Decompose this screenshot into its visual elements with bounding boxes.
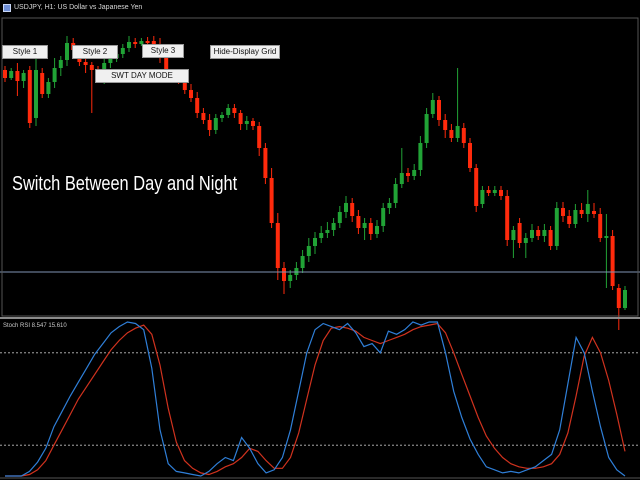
candle-body <box>610 236 615 286</box>
candle-body <box>232 108 237 113</box>
chart-title: USDJPY, H1: US Dollar vs Japanese Yen <box>14 4 143 11</box>
style-1-button[interactable]: Style 1 <box>2 45 48 59</box>
candle-body <box>244 121 249 124</box>
candle-body <box>399 173 404 184</box>
candle-body <box>3 70 7 78</box>
candle-body <box>145 41 150 43</box>
candle-body <box>21 73 26 81</box>
candle-body <box>474 168 479 206</box>
candle-body <box>263 148 268 178</box>
candle-body <box>344 203 348 212</box>
candle-body <box>616 288 621 308</box>
indicator-title: Stoch RSI 8.547 15.610 <box>3 323 67 329</box>
candle-body <box>585 204 590 214</box>
candle-body <box>356 216 361 228</box>
candle-body <box>325 230 330 233</box>
chart-icon <box>3 4 11 12</box>
candle-body <box>83 62 88 65</box>
candle-body <box>275 223 280 268</box>
candle-body <box>9 71 14 78</box>
candle-body <box>511 230 516 240</box>
candle-body <box>52 68 57 82</box>
candle-body <box>536 230 541 236</box>
candle-body <box>523 238 528 243</box>
candle-body <box>592 211 596 214</box>
candle-body <box>257 126 262 148</box>
candle-body <box>362 223 367 228</box>
candle-body <box>238 113 243 124</box>
candle-body <box>412 170 417 176</box>
candle-body <box>418 143 423 170</box>
candle-body <box>449 130 454 138</box>
candle-body <box>542 230 547 236</box>
candle-body <box>387 203 392 208</box>
candle-body <box>306 246 311 256</box>
style-3-button[interactable]: Style 3 <box>142 44 184 58</box>
candle-body <box>530 230 534 238</box>
candle-body <box>27 70 32 123</box>
candle-body <box>554 208 559 246</box>
candle-body <box>34 70 38 118</box>
hide-display-grid-button[interactable]: Hide-Display Grid <box>210 45 280 59</box>
candle-body <box>269 178 274 223</box>
candle-body <box>505 196 510 240</box>
candle-body <box>480 190 485 204</box>
candle-body <box>120 48 125 54</box>
candle-body <box>430 100 435 114</box>
candle-body <box>220 115 224 118</box>
candle-body <box>455 126 460 138</box>
candle-body <box>461 128 466 143</box>
candle-body <box>337 212 342 223</box>
candle-body <box>207 120 212 130</box>
candle-body <box>350 203 355 216</box>
candle-body <box>375 226 379 234</box>
candle-body <box>46 82 51 94</box>
candle-body <box>443 120 448 130</box>
candle-body <box>492 190 497 193</box>
candle-body <box>226 108 231 115</box>
candle-body <box>437 100 441 120</box>
candle-body <box>598 214 603 238</box>
day-night-caption: Switch Between Day and Night <box>12 173 238 195</box>
candle-body <box>282 268 286 281</box>
candle-body <box>40 73 45 94</box>
candle-body <box>561 208 565 216</box>
candle-body <box>368 223 373 234</box>
candle-body <box>393 184 398 203</box>
candle-body <box>15 71 20 81</box>
candle-body <box>424 114 429 143</box>
candle-body <box>573 210 578 224</box>
candle-body <box>195 98 200 113</box>
candle-body <box>623 290 627 308</box>
candle-body <box>313 238 317 246</box>
candle-body <box>548 230 553 246</box>
candle-body <box>213 118 218 130</box>
candle-body <box>189 90 193 98</box>
style-2-button[interactable]: Style 2 <box>72 45 118 59</box>
candle-body <box>331 223 336 230</box>
candle-body <box>468 143 472 168</box>
candle-body <box>127 42 131 48</box>
candle-body <box>486 190 491 193</box>
candle-body <box>300 256 305 268</box>
candle-body <box>499 190 503 196</box>
chart-title-bar: USDJPY, H1: US Dollar vs Japanese Yen <box>3 2 142 14</box>
candle-body <box>58 60 63 68</box>
candle-body <box>406 173 410 176</box>
candle-body <box>319 233 324 238</box>
candle-body <box>381 208 386 226</box>
candle-body <box>604 236 609 238</box>
candle-body <box>517 223 522 243</box>
candle-body <box>65 43 69 60</box>
candle-body <box>579 210 584 214</box>
candle-body <box>201 113 206 120</box>
swt-day-mode-button[interactable]: SWT DAY MODE <box>95 69 189 83</box>
candle-body <box>567 216 572 224</box>
candle-body <box>251 121 255 126</box>
candle-body <box>288 275 293 281</box>
candle-body <box>89 65 94 70</box>
candle-body <box>133 42 138 44</box>
